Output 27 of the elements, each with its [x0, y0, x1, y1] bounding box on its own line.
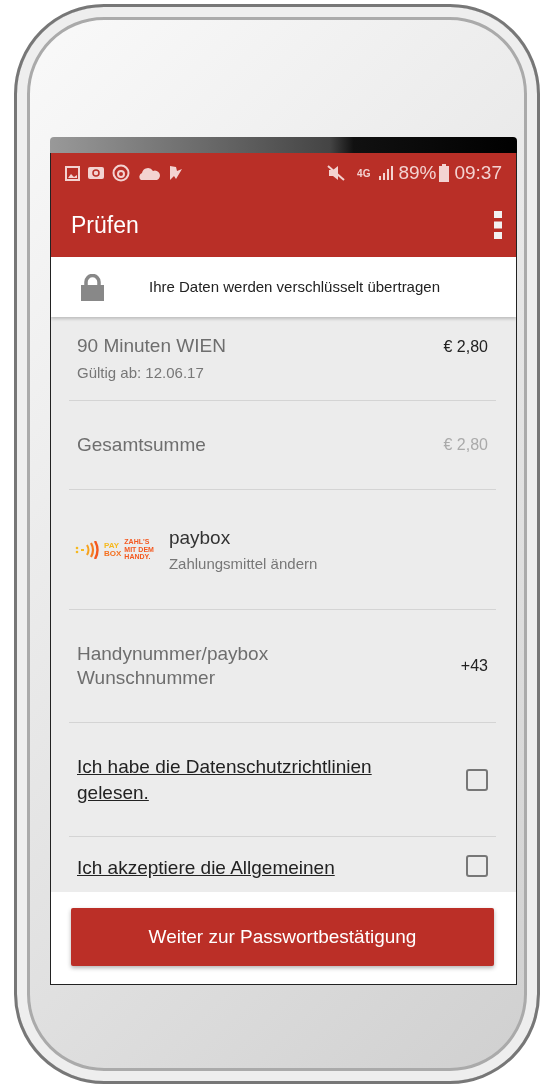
total-amount: € 2,80	[443, 435, 488, 455]
ticket-name: 90 Minuten WIEN	[77, 335, 226, 358]
change-payment-link[interactable]: Zahlungsmittel ändern	[168, 552, 318, 575]
network-type-label: 4G	[357, 166, 371, 181]
lock-icon	[81, 273, 104, 301]
security-notice: Ihre Daten werden verschlüsselt übertragen	[149, 276, 440, 297]
continue-button[interactable]: Weiter zur Passwortbestätigung	[71, 908, 494, 966]
phone-number-prefix: +43	[460, 656, 488, 676]
battery-icon	[439, 164, 450, 182]
screen-title: Prüfen	[71, 210, 139, 240]
cloud-icon	[138, 166, 160, 180]
mute-icon	[327, 165, 346, 181]
image-icon	[65, 165, 80, 181]
total-label: Gesamtsumme	[77, 432, 206, 457]
ticket-price: € 2,80	[443, 337, 488, 357]
consent-link[interactable]: Ich habe die Datenschutzrichtlinien gelesen.	[77, 753, 446, 806]
consent-checkbox[interactable]	[466, 768, 488, 791]
consent-link[interactable]: Ich akzeptiere die Allgemeinen	[77, 855, 335, 881]
signal-icon	[378, 166, 395, 180]
phone-number-label: Handynummer/paybox Wunschnummer	[77, 642, 270, 690]
overflow-menu-icon	[494, 211, 502, 239]
menu-button[interactable]	[494, 211, 502, 239]
consent-checkbox[interactable]	[466, 855, 488, 877]
valid-from-date: Gültig ab: 12.06.17	[77, 362, 205, 383]
battery-percent: 89%	[398, 160, 437, 185]
clock: 09:37	[454, 160, 502, 185]
payment-method-name: paybox	[168, 526, 232, 550]
